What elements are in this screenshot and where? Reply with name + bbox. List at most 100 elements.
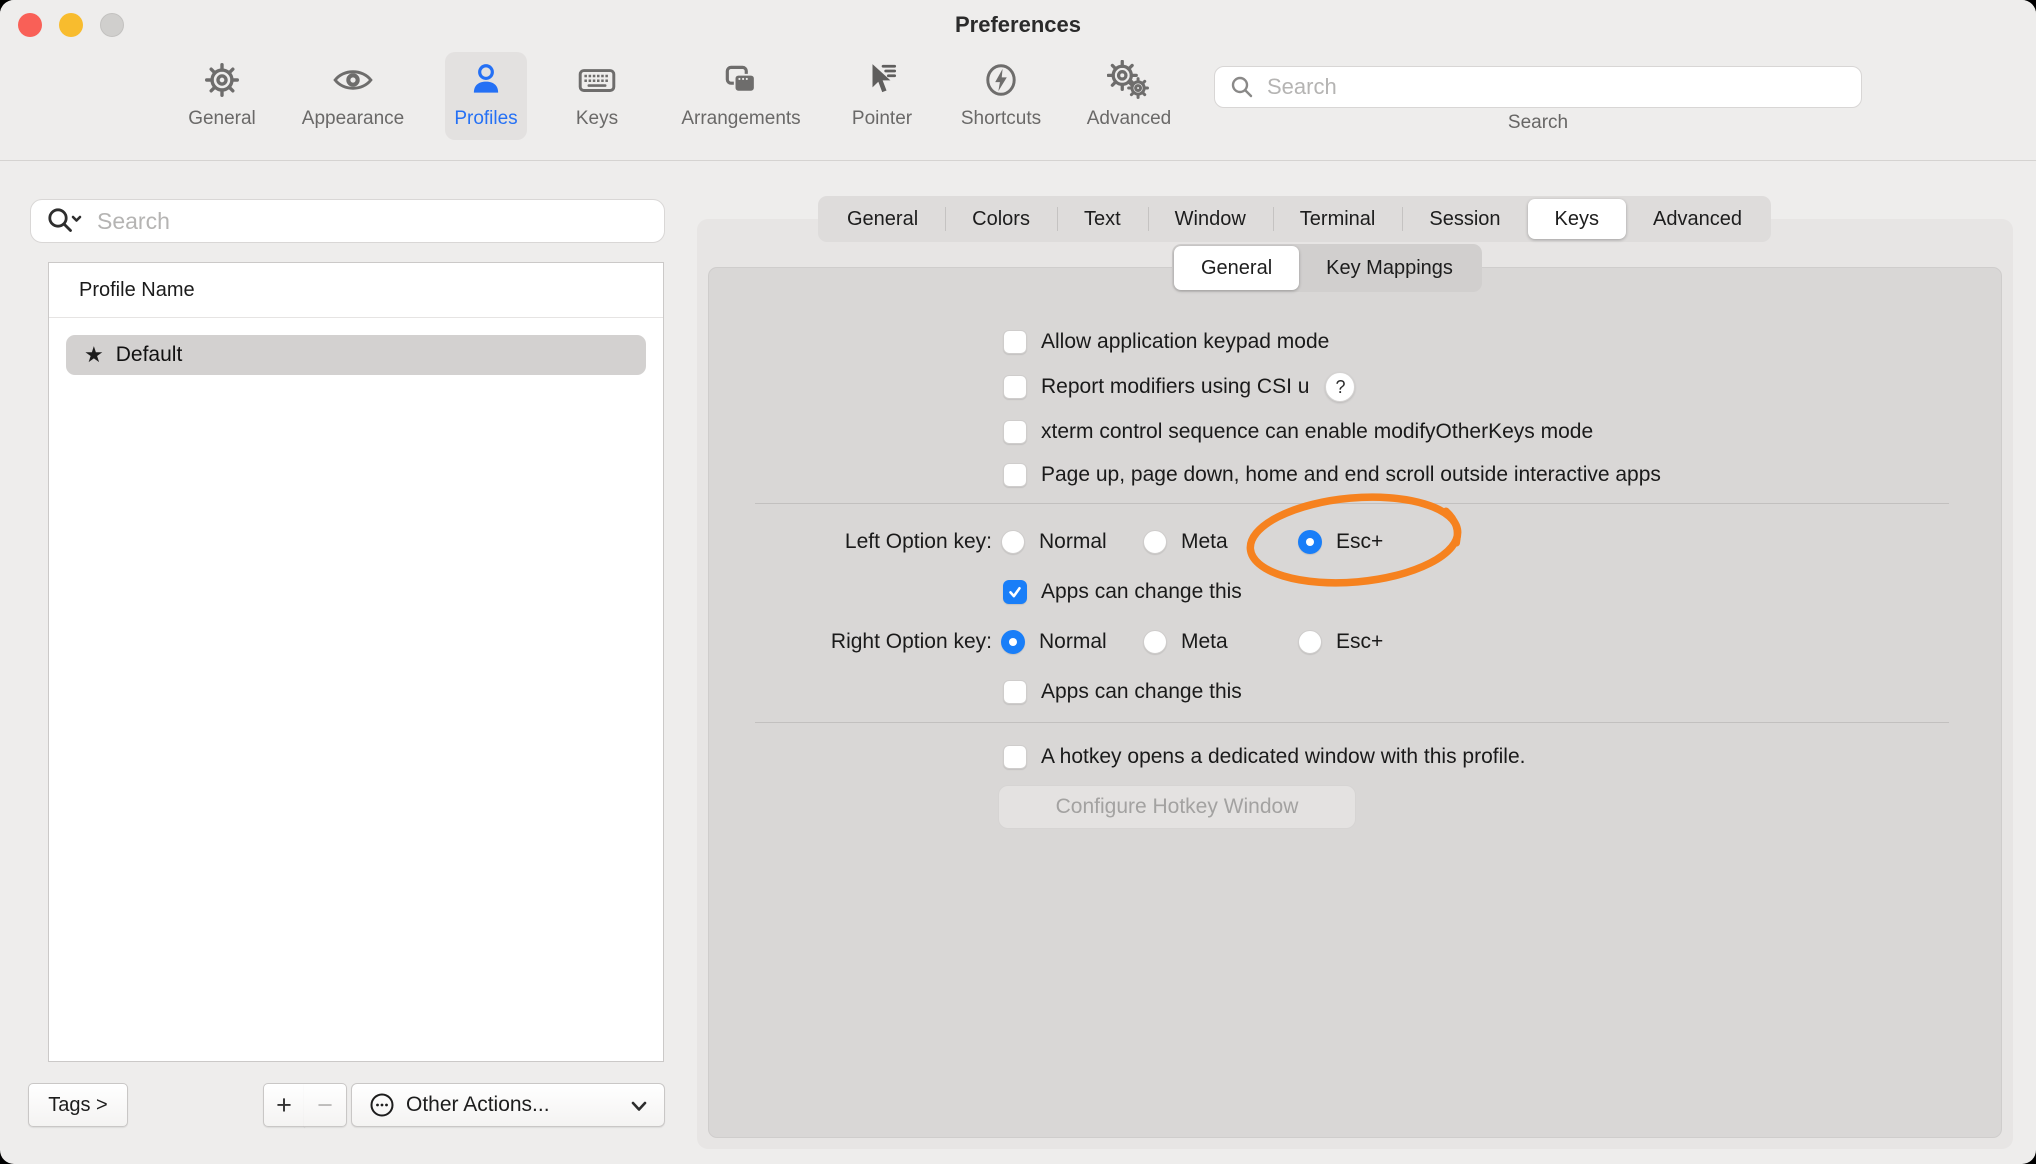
tab-window[interactable]: Window <box>1148 199 1273 239</box>
radio-label: Meta <box>1181 630 1228 654</box>
profile-row-default[interactable]: ★ Default <box>66 335 646 375</box>
profile-list-header: Profile Name <box>79 279 195 302</box>
eye-icon <box>332 54 374 106</box>
tab-keys[interactable]: Keys <box>1528 199 1626 239</box>
allow-keypad-checkbox[interactable] <box>1003 330 1027 354</box>
checkbox-label: xterm control sequence can enable modify… <box>1041 420 1593 444</box>
search-menu-icon <box>45 206 87 236</box>
left-option-normal-radio[interactable] <box>1001 530 1025 554</box>
csi-u-checkbox[interactable] <box>1003 375 1027 399</box>
toolbar-label: Shortcuts <box>961 108 1041 130</box>
toolbar-label: Pointer <box>852 108 912 130</box>
right-option-esc: Esc+ <box>1298 630 1383 654</box>
right-option-esc-radio[interactable] <box>1298 630 1322 654</box>
windows-icon <box>721 54 761 106</box>
left-option-esc-radio[interactable] <box>1298 530 1322 554</box>
tags-button[interactable]: Tags > <box>28 1083 128 1127</box>
right-option-key-label: Right Option key: <box>700 630 992 654</box>
tab-advanced[interactable]: Advanced <box>1626 199 1769 239</box>
keys-subtab-bar: General Key Mappings <box>1172 244 1482 292</box>
toolbar-search-field[interactable] <box>1214 66 1862 108</box>
tags-button-label: Tags > <box>48 1094 107 1117</box>
checkbox-label: Apps can change this <box>1041 580 1242 604</box>
checkbox-label: Apps can change this <box>1041 680 1242 704</box>
profile-tab-bar: General Colors Text Window Terminal Sess… <box>818 196 1771 242</box>
right-apps-can-change-row: Apps can change this <box>1003 680 1242 704</box>
cursor-icon <box>863 54 901 106</box>
checkbox-label: A hotkey opens a dedicated window with t… <box>1041 745 1525 769</box>
other-actions-label: Other Actions... <box>406 1093 550 1117</box>
toolbar-label: Keys <box>576 108 618 130</box>
remove-profile-button[interactable]: − <box>304 1083 347 1127</box>
toolbar-item-advanced[interactable]: Advanced <box>1054 54 1204 130</box>
left-option-normal: Normal <box>1001 530 1107 554</box>
chevron-down-icon <box>628 1097 650 1121</box>
left-option-key-label: Left Option key: <box>700 530 992 554</box>
checkbox-label: Allow application keypad mode <box>1041 330 1329 354</box>
checkbox-label: Report modifiers using CSI u <box>1041 375 1309 399</box>
subtab-general[interactable]: General <box>1174 246 1299 290</box>
checkbox-row-keypad: Allow application keypad mode <box>1003 330 1329 354</box>
other-actions-dropdown[interactable]: Other Actions... <box>351 1083 665 1127</box>
left-option-meta: Meta <box>1143 530 1228 554</box>
right-option-meta-radio[interactable] <box>1143 630 1167 654</box>
toolbar-item-keys[interactable]: Keys <box>522 54 672 130</box>
right-option-normal: Normal <box>1001 630 1107 654</box>
tab-session[interactable]: Session <box>1402 199 1527 239</box>
list-header-divider <box>49 317 663 318</box>
tab-colors[interactable]: Colors <box>945 199 1057 239</box>
right-apps-can-change-checkbox[interactable] <box>1003 680 1027 704</box>
toolbar-search-input[interactable] <box>1265 73 1861 101</box>
checkbox-row-csi-u: Report modifiers using CSI u ? <box>1003 375 1355 399</box>
bolt-circle-icon <box>982 54 1020 106</box>
tab-text[interactable]: Text <box>1057 199 1148 239</box>
preferences-window: Preferences <box>0 0 2036 1164</box>
page-scroll-checkbox[interactable] <box>1003 463 1027 487</box>
toolbar-item-appearance[interactable]: Appearance <box>278 54 428 130</box>
plus-icon: + <box>276 1090 292 1121</box>
toolbar-item-arrangements[interactable]: Arrangements <box>666 54 816 130</box>
toolbar-label: Appearance <box>302 108 404 130</box>
profile-search-input[interactable] <box>95 207 664 236</box>
tab-terminal[interactable]: Terminal <box>1273 199 1403 239</box>
profile-name: Default <box>116 343 183 367</box>
toolbar-label: Profiles <box>454 108 517 130</box>
section-divider <box>755 722 1949 723</box>
ellipsis-circle-icon <box>368 1091 396 1119</box>
help-button[interactable]: ? <box>1325 372 1355 402</box>
left-apps-can-change-row: Apps can change this <box>1003 580 1242 604</box>
section-divider <box>755 503 1949 504</box>
profile-list: Profile Name ★ Default <box>48 262 664 1062</box>
gear-icon <box>203 54 241 106</box>
toolbar-label: General <box>188 108 256 130</box>
gears-icon <box>1107 54 1151 106</box>
tab-general[interactable]: General <box>820 199 945 239</box>
left-option-esc: Esc+ <box>1298 530 1383 554</box>
toolbar-label: Advanced <box>1087 108 1172 130</box>
radio-label: Normal <box>1039 530 1107 554</box>
profile-search-field[interactable] <box>30 199 665 243</box>
window-header: Preferences <box>0 0 2036 161</box>
left-apps-can-change-checkbox[interactable] <box>1003 580 1027 604</box>
left-option-meta-radio[interactable] <box>1143 530 1167 554</box>
radio-label: Meta <box>1181 530 1228 554</box>
modify-other-keys-checkbox[interactable] <box>1003 420 1027 444</box>
search-icon <box>1229 74 1255 100</box>
hotkey-window-checkbox[interactable] <box>1003 745 1027 769</box>
configure-hotkey-window-button[interactable]: Configure Hotkey Window <box>998 785 1356 829</box>
person-icon <box>467 54 505 106</box>
checkbox-label: Page up, page down, home and end scroll … <box>1041 463 1661 487</box>
keyboard-icon <box>576 54 618 106</box>
subtab-key-mappings[interactable]: Key Mappings <box>1299 246 1480 290</box>
minus-icon: − <box>317 1090 333 1121</box>
checkbox-row-page-scroll: Page up, page down, home and end scroll … <box>1003 463 1661 487</box>
toolbar-item-general[interactable]: General <box>147 54 297 130</box>
hotkey-row: A hotkey opens a dedicated window with t… <box>1003 745 1525 769</box>
add-profile-button[interactable]: + <box>263 1083 305 1127</box>
radio-label: Normal <box>1039 630 1107 654</box>
radio-label: Esc+ <box>1336 630 1383 654</box>
checkbox-row-modify-other-keys: xterm control sequence can enable modify… <box>1003 420 1593 444</box>
toolbar-label: Arrangements <box>681 108 800 130</box>
radio-label: Esc+ <box>1336 530 1383 554</box>
right-option-normal-radio[interactable] <box>1001 630 1025 654</box>
